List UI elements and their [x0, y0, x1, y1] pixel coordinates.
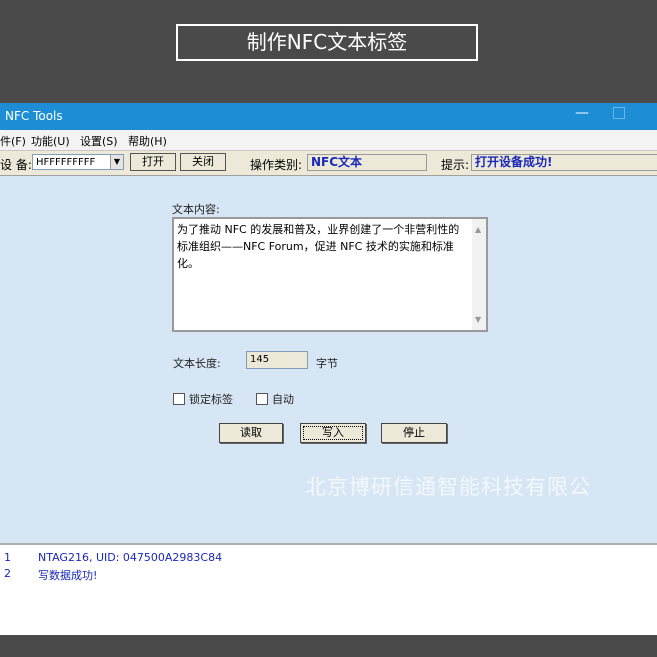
length-unit: 字节 — [316, 357, 338, 370]
minimize-icon[interactable]: — — [575, 105, 589, 121]
menu-function[interactable]: 功能(U) — [31, 133, 70, 149]
banner-title: 制作NFC文本标签 — [176, 24, 478, 61]
text-content-value: 为了推动 NFC 的发展和普及，业界创建了一个非营利性的标准组织——NFC Fo… — [177, 223, 460, 270]
main-panel: 文本内容: 为了推动 NFC 的发展和普及，业界创建了一个非营利性的标准组织——… — [0, 175, 657, 545]
length-field: 145 — [246, 351, 308, 369]
lock-label: 锁定标签 — [189, 393, 233, 406]
text-content-input[interactable]: 为了推动 NFC 的发展和普及，业界创建了一个非营利性的标准组织——NFC Fo… — [172, 217, 488, 332]
toolbar: 设 备: HFFFFFFFFF ▼ 打开 关闭 操作类别: NFC文本 提示: … — [0, 150, 657, 176]
device-label: 设 备: — [0, 158, 32, 172]
close-button[interactable]: 关闭 — [180, 153, 226, 171]
log-message: NTAG216, UID: 047500A2983C84 — [38, 551, 223, 564]
maximize-icon[interactable] — [613, 107, 625, 119]
hint-label: 提示: — [441, 158, 470, 172]
scroll-up-icon[interactable]: ▲ — [475, 221, 481, 238]
textarea-scrollbar[interactable]: ▲ ▼ — [472, 219, 486, 330]
app-window: NFC Tools — 件(F) 功能(U) 设置(S) 帮助(H) 设 备: … — [0, 103, 657, 637]
op-type-label: 操作类别: — [250, 158, 303, 172]
read-button[interactable]: 读取 — [219, 423, 283, 443]
device-select[interactable]: HFFFFFFFFF ▼ — [32, 154, 124, 170]
window-title: NFC Tools — [5, 109, 63, 123]
open-button[interactable]: 打开 — [130, 153, 176, 171]
log-message: 写数据成功! — [38, 569, 98, 582]
menu-settings[interactable]: 设置(S) — [80, 133, 118, 149]
lock-checkbox[interactable] — [173, 393, 185, 405]
menu-file[interactable]: 件(F) — [0, 133, 26, 149]
hint-field: 打开设备成功! — [471, 154, 657, 171]
menu-bar: 件(F) 功能(U) 设置(S) 帮助(H) — [0, 130, 657, 150]
menu-help[interactable]: 帮助(H) — [128, 133, 167, 149]
op-type-field[interactable]: NFC文本 — [307, 154, 427, 171]
auto-checkbox[interactable] — [256, 393, 268, 405]
chevron-down-icon[interactable]: ▼ — [110, 155, 123, 169]
device-value: HFFFFFFFFF — [36, 157, 96, 168]
auto-label: 自动 — [272, 393, 294, 406]
title-bar: NFC Tools — — [0, 103, 657, 130]
text-content-label: 文本内容: — [172, 203, 220, 216]
scroll-down-icon[interactable]: ▼ — [475, 311, 481, 328]
log-list[interactable]: 1 NTAG216, UID: 047500A2983C84 2 写数据成功! — [0, 543, 657, 637]
log-number: 1 — [4, 551, 11, 564]
watermark: 北京博研信通智能科技有限公 — [305, 475, 591, 499]
write-button[interactable]: 写入 — [300, 423, 366, 443]
length-label: 文本长度: — [173, 357, 221, 370]
banner: 制作NFC文本标签 — [0, 0, 657, 103]
bottom-bar — [0, 635, 657, 657]
stop-button[interactable]: 停止 — [381, 423, 447, 443]
log-number: 2 — [4, 567, 11, 580]
